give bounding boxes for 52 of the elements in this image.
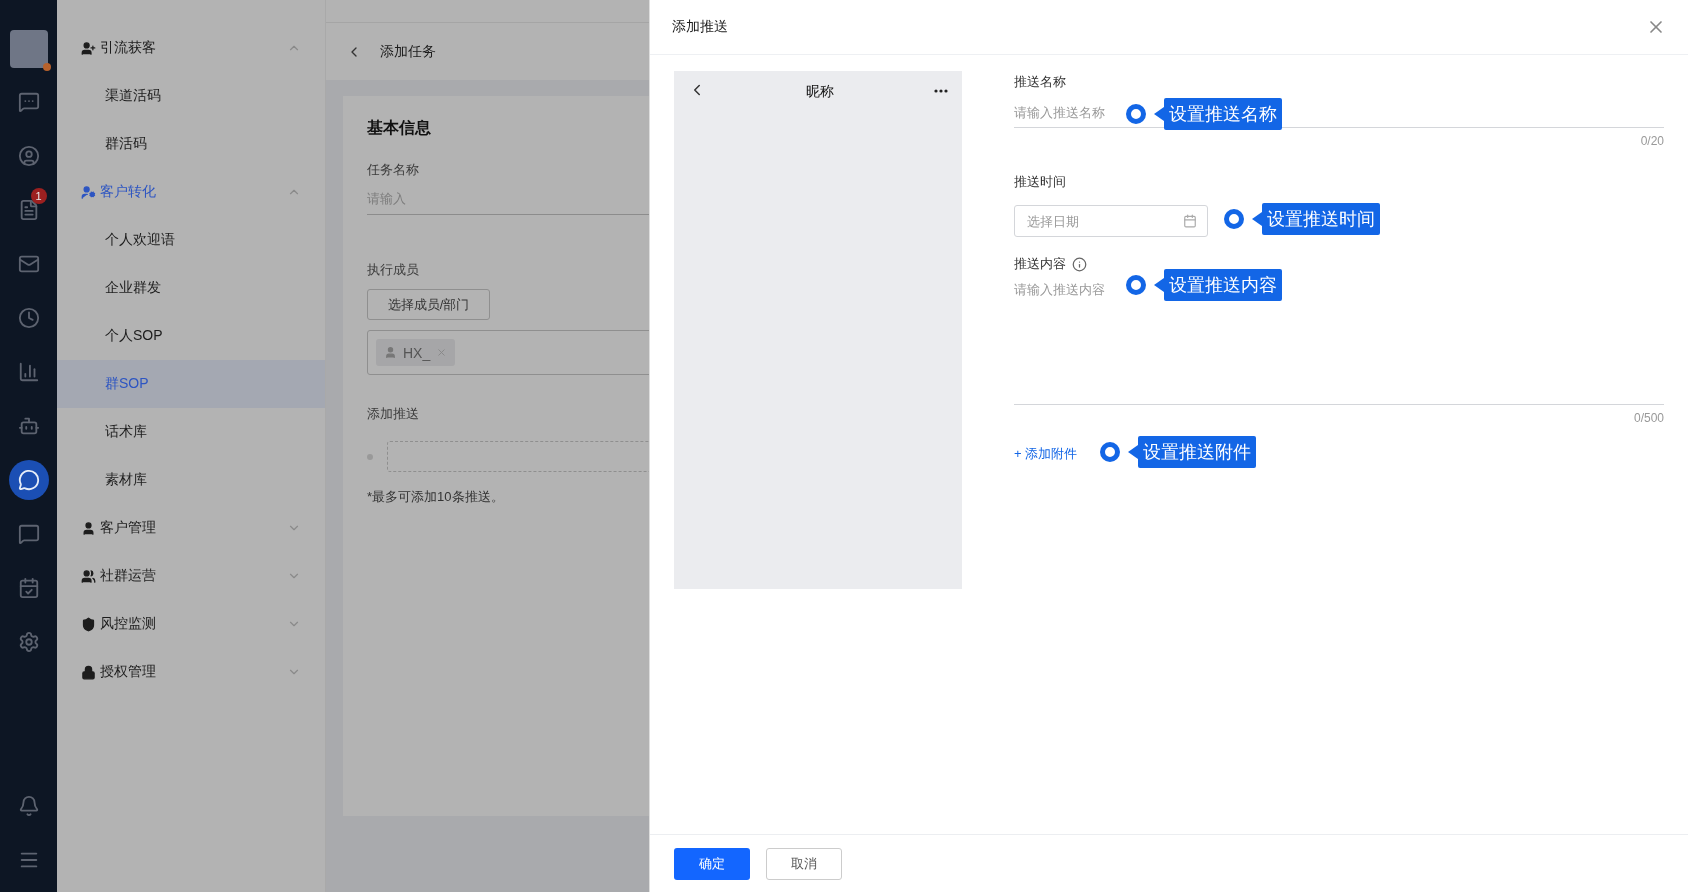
users-icon — [81, 568, 96, 584]
menu-item[interactable]: 群活码 — [57, 120, 325, 168]
step-dot-icon — [367, 453, 373, 460]
drawer-title: 添加推送 — [672, 18, 728, 36]
tag-text: HX_ — [403, 344, 431, 361]
cancel-button[interactable]: 取消 — [766, 847, 842, 880]
callout-label: 设置推送时间 — [1252, 203, 1380, 235]
info-icon[interactable] — [1072, 256, 1087, 272]
menu-item[interactable]: 素材库 — [57, 456, 325, 504]
field-label: 任务名称 — [367, 161, 420, 179]
field-label: 推送名称 — [1014, 73, 1067, 91]
shield-icon — [81, 616, 96, 632]
user-icon — [384, 346, 397, 359]
menu-group[interactable]: 客户管理 — [57, 504, 325, 552]
select-members-button[interactable]: 选择成员/部门 — [367, 289, 490, 320]
add-attachment-link[interactable]: + 添加附件 — [1014, 445, 1078, 463]
menu-item[interactable]: 渠道活码 — [57, 72, 325, 120]
callout-label: 设置推送名称 — [1154, 98, 1282, 130]
menu-item[interactable]: 企业群发 — [57, 264, 325, 312]
calendar-icon — [1183, 214, 1197, 228]
menu-item[interactable]: 个人欢迎语 — [57, 216, 325, 264]
menu-group[interactable]: 社群运营 — [57, 552, 325, 600]
menu-group[interactable]: 授权管理 — [57, 648, 325, 696]
page-title: 添加任务 — [380, 42, 436, 61]
field-label: 执行成员 — [367, 261, 420, 279]
avatar[interactable] — [9, 30, 48, 68]
user-cog-icon — [81, 184, 96, 200]
menu-group[interactable]: 风控监测 — [57, 600, 325, 648]
ring-marker-icon — [1224, 209, 1244, 229]
section-title: 基本信息 — [367, 118, 432, 138]
field-label: 添加推送 — [367, 405, 420, 423]
char-counter: 0/20 — [1640, 134, 1664, 148]
user-plus-icon — [81, 40, 96, 56]
menu-group[interactable]: 引流获客 — [57, 24, 325, 72]
field-label: 推送时间 — [1014, 173, 1067, 191]
user-icon — [81, 520, 96, 536]
hint-text: *最多可添加10条推送。 — [367, 488, 505, 506]
notification-badge: 1 — [30, 188, 47, 204]
date-field[interactable]: 选择日期 — [1014, 205, 1208, 237]
callout-label: 设置推送附件 — [1128, 436, 1256, 468]
status-dot — [42, 63, 51, 71]
callout-label: 设置推送内容 — [1154, 269, 1282, 301]
chat-circle-icon[interactable] — [8, 460, 49, 500]
more-icon — [934, 89, 948, 93]
lock-icon — [81, 664, 96, 680]
confirm-button[interactable]: 确定 — [674, 847, 750, 880]
menu-item[interactable]: 话术库 — [57, 408, 325, 456]
field-label: 推送内容 — [1014, 255, 1066, 273]
char-counter: 0/500 — [1633, 411, 1664, 425]
preview-title: 昵称 — [806, 83, 834, 101]
menu-item[interactable]: 个人SOP — [57, 312, 325, 360]
ring-marker-icon — [1100, 442, 1120, 462]
